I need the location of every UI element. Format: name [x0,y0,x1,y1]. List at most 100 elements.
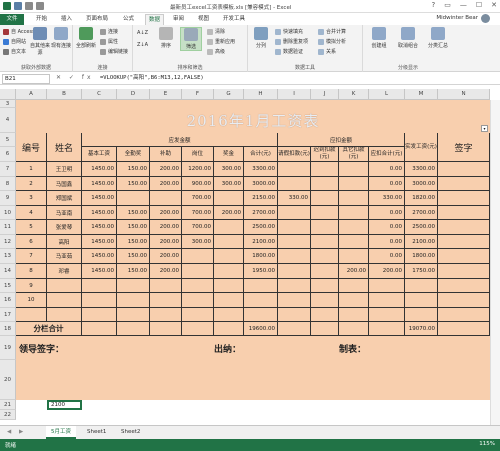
cell-subsidy[interactable]: 200.00 [150,220,182,235]
cell-empty[interactable] [311,308,339,322]
cell-sign[interactable] [438,206,490,220]
cell-late[interactable] [311,191,339,206]
group-button[interactable]: 创建组 [366,27,392,49]
cell-subsidy[interactable]: 200.00 [150,249,182,264]
cell-name[interactable]: 马亚南 [47,206,82,220]
cell-total[interactable]: 2100.00 [244,235,278,249]
tab-page-layout[interactable]: 页面布局 [83,14,111,25]
cell-post[interactable] [182,249,214,264]
name-box[interactable]: B21 [2,74,50,84]
cell-actual[interactable]: 2700.00 [405,206,438,220]
cell-total[interactable]: 1800.00 [244,249,278,264]
tab-insert[interactable]: 插入 [58,14,75,25]
cell-allowance[interactable]: 150.00 [117,264,150,279]
tab-file[interactable]: 文件 [0,14,24,25]
column-header-a[interactable]: A [16,89,47,100]
cell-other[interactable] [339,177,369,191]
cell-late[interactable] [311,220,339,235]
cell-empty[interactable] [82,308,117,322]
totals-cell[interactable] [311,322,339,336]
cell-empty[interactable] [278,279,311,293]
cell-other[interactable]: 200.00 [339,264,369,279]
cell-empty[interactable] [278,293,311,308]
header-deduct-total[interactable]: 应扣合计(元) [369,147,405,162]
cell-late[interactable] [311,264,339,279]
cell-empty[interactable] [244,293,278,308]
ribbon-display-icon[interactable]: ▭ [444,1,451,9]
cell-subsidy[interactable]: 200.00 [150,235,182,249]
totals-cell[interactable] [182,322,214,336]
sort-button[interactable]: 排序 [155,27,177,49]
header-bonus[interactable]: 奖金 [214,147,244,162]
cell-empty[interactable] [244,279,278,293]
cell-deduct-total[interactable]: 0.00 [369,235,405,249]
cell-allowance[interactable]: 150.00 [117,177,150,191]
save-icon[interactable] [14,2,22,10]
cell-empty[interactable] [82,279,117,293]
cell-no[interactable]: 5 [16,220,47,235]
connections-button[interactable]: 连接 [100,28,118,35]
cell-deduct-total[interactable]: 0.00 [369,177,405,191]
cell-bonus[interactable]: 300.00 [214,177,244,191]
avatar[interactable] [481,14,490,23]
cell-sign[interactable] [438,220,490,235]
cell-bonus[interactable]: 300.00 [214,162,244,177]
cell-post[interactable]: 700.00 [182,206,214,220]
cell-sign[interactable] [438,191,490,206]
header-subsidy[interactable]: 补助 [150,147,182,162]
tab-view[interactable]: 视图 [195,14,212,25]
cell-no[interactable]: 2 [16,177,47,191]
row-header-21[interactable]: 21 [0,400,16,410]
cell-empty[interactable] [182,308,214,322]
cell-late[interactable] [311,249,339,264]
remove-duplicates-button[interactable]: 删除重复项 [275,38,308,45]
cell-leave[interactable] [278,249,311,264]
cell-empty[interactable] [339,293,369,308]
cell-actual[interactable]: 1750.00 [405,264,438,279]
cell-empty[interactable]: 10 [16,293,47,308]
cell-deduct-total[interactable]: 0.00 [369,249,405,264]
sheet-tab-sheet2[interactable]: Sheet2 [116,426,145,439]
cell-allowance[interactable]: 150.00 [117,235,150,249]
row-header-17[interactable]: 17 [0,308,16,322]
cell-deduct-total[interactable]: 330.00 [369,191,405,206]
cell-empty[interactable] [438,293,490,308]
filter-dropdown-icon[interactable]: ▾ [481,125,488,132]
redo-icon[interactable] [36,2,44,10]
cell-other[interactable] [339,162,369,177]
cell-base[interactable]: 1450.00 [82,191,117,206]
cell-base[interactable]: 1450.00 [82,162,117,177]
cell-empty[interactable] [311,293,339,308]
maximize-icon[interactable]: ☐ [476,1,482,9]
cell-empty[interactable] [47,279,82,293]
row-header-22[interactable]: 22 [0,410,16,420]
tab-formulas[interactable]: 公式 [120,14,137,25]
totals-actual[interactable]: 19070.00 [405,322,438,336]
cell-bonus[interactable]: 200.00 [214,206,244,220]
advanced-filter-button[interactable]: 高级 [207,48,225,55]
header-leave[interactable]: 请假扣款(元) [278,147,311,162]
cell-subsidy[interactable] [150,191,182,206]
totals-cell[interactable] [438,322,490,336]
cashier-label[interactable]: 出纳： [214,336,278,360]
cell-empty[interactable] [117,293,150,308]
cell-base[interactable]: 1450.00 [82,235,117,249]
fx-icon[interactable]: ✕ ✓ fx [56,74,94,81]
header-post[interactable]: 岗位 [182,147,214,162]
undo-icon[interactable] [25,2,33,10]
column-header-e[interactable]: E [150,89,182,100]
cell-name[interactable]: 张爱琴 [47,220,82,235]
column-header-m[interactable]: M [405,89,438,100]
cell-empty[interactable] [438,308,490,322]
consolidate-button[interactable]: 合并计算 [318,28,346,35]
cell-actual[interactable]: 2500.00 [405,220,438,235]
cell-empty[interactable] [369,279,405,293]
clear-filter-button[interactable]: 清除 [207,28,225,35]
cell-total[interactable]: 1950.00 [244,264,278,279]
cell-actual[interactable]: 2100.00 [405,235,438,249]
cell-no[interactable]: 6 [16,235,47,249]
totals-cell[interactable] [82,322,117,336]
cell-empty[interactable] [438,279,490,293]
row-header-13[interactable]: 13 [0,249,16,264]
flash-fill-button[interactable]: 快速填充 [275,28,303,35]
